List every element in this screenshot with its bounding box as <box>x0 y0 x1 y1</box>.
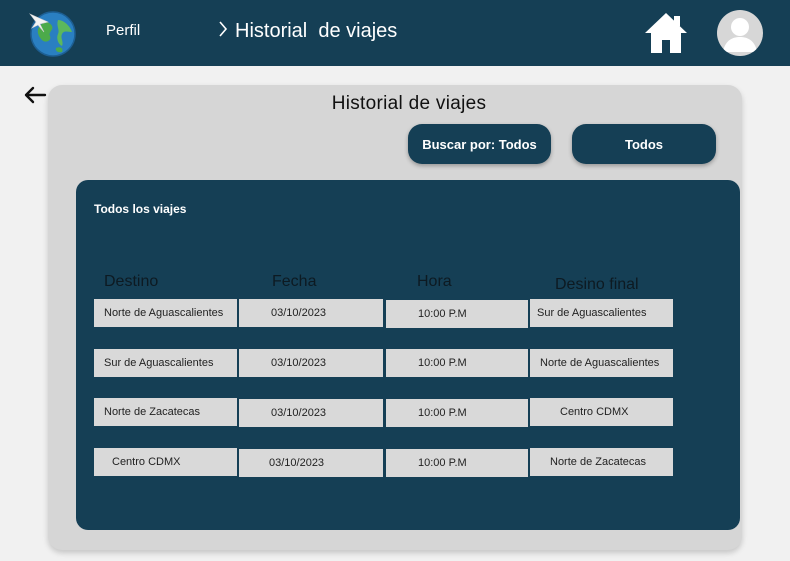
home-icon[interactable] <box>643 11 689 55</box>
table-cell-fecha: 03/10/2023 <box>239 449 383 477</box>
table-cell-hora: 10:00 P.M <box>386 349 528 377</box>
page-title: Historial de viajes <box>331 93 487 114</box>
table-cell-destino-final: Norte de Zacatecas <box>530 448 673 476</box>
breadcrumb-current: Historial de viajes <box>235 20 398 42</box>
top-bar: Perfil Historial de viajes <box>0 0 790 66</box>
table-cell-destino: Sur de Aguascalientes <box>94 349 237 377</box>
table-cell-fecha: 03/10/2023 <box>239 399 383 427</box>
column-header-fecha: Fecha <box>272 273 317 290</box>
column-header-destino: Destino <box>104 273 159 290</box>
table-cell-hora: 10:00 P.M <box>386 300 528 328</box>
search-by-button[interactable]: Buscar por: Todos <box>408 124 551 164</box>
table-cell-destino-final: Sur de Aguascalientes <box>530 299 673 327</box>
column-header-destino-final: Desino final <box>555 276 639 293</box>
table-cell-hora: 10:00 P.M <box>386 399 528 427</box>
table-cell-fecha: 03/10/2023 <box>239 349 383 377</box>
table-cell-fecha: 03/10/2023 <box>239 299 383 327</box>
table-cell-destino: Norte de Aguascalientes <box>94 299 237 327</box>
table-cell-hora: 10:00 P.M <box>386 449 528 477</box>
breadcrumb-chevron-icon <box>218 20 228 43</box>
user-avatar-icon[interactable] <box>717 10 763 56</box>
profile-link[interactable]: Perfil <box>106 22 140 39</box>
table-cell-destino-final: Norte de Aguascalientes <box>530 349 673 377</box>
table-cell-destino: Centro CDMX <box>94 448 237 476</box>
column-header-hora: Hora <box>417 273 452 290</box>
filter-all-button[interactable]: Todos <box>572 124 716 164</box>
table-cell-destino: Norte de Zacatecas <box>94 398 237 426</box>
globe-icon[interactable] <box>28 8 78 58</box>
table-cell-destino-final: Centro CDMX <box>530 398 673 426</box>
trips-section-title: Todos los viajes <box>94 202 187 216</box>
